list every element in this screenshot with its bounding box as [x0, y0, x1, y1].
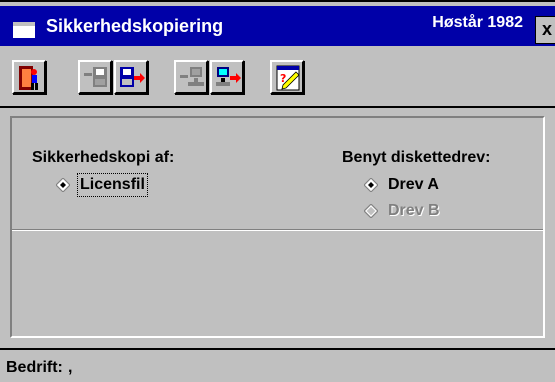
- close-button[interactable]: x: [535, 16, 555, 44]
- radio-drev-a-label: Drev A: [388, 176, 439, 193]
- drive-label: Benyt diskettedrev:: [342, 149, 491, 166]
- window-icon: [13, 22, 35, 38]
- radio-unselected-icon: [363, 203, 379, 219]
- network-transfer-button[interactable]: [210, 60, 244, 94]
- backup-window: Sikkerhedskopiering Høstår 1982 x ? Sikk…: [0, 0, 555, 382]
- radio-selected-icon: [363, 177, 379, 193]
- window-title: Sikkerhedskopiering: [46, 16, 224, 36]
- radio-drev-b-label: Drev B: [388, 202, 440, 219]
- radio-drev-a[interactable]: Drev A: [363, 174, 464, 196]
- radio-licensfil-label: Licensfil: [77, 173, 148, 197]
- season-label: Høstår 1982: [432, 14, 523, 31]
- radio-drev-b: Drev B: [363, 200, 464, 222]
- backup-to-disk-button[interactable]: [78, 60, 112, 94]
- radio-licensfil[interactable]: Licensfil: [55, 173, 176, 197]
- options-panel: Sikkerhedskopi af: Licensfil Benyt diske…: [10, 116, 545, 338]
- panel-divider: [12, 229, 543, 231]
- radio-selected-icon: [55, 177, 71, 193]
- help-button[interactable]: ?: [270, 60, 304, 94]
- restore-from-disk-button[interactable]: [114, 60, 148, 94]
- title-bar: Sikkerhedskopiering Høstår 1982: [0, 6, 555, 46]
- company-label: Bedrift:: [6, 359, 63, 376]
- status-bar: Bedrift: ,: [0, 348, 555, 382]
- company-value: ,: [68, 359, 73, 376]
- backup-source-label: Sikkerhedskopi af:: [32, 149, 175, 166]
- exit-button[interactable]: [12, 60, 46, 94]
- network-backup-button[interactable]: [174, 60, 208, 94]
- toolbar: ?: [0, 46, 555, 108]
